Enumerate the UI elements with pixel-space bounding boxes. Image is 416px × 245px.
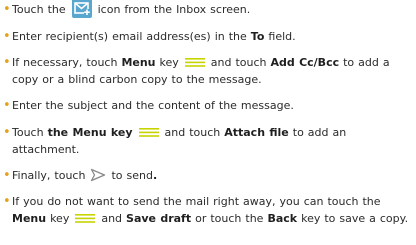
list-item-text: Finally, touch to send. <box>12 168 158 182</box>
list-item: • Enter recipient(s) email address(es) i… <box>3 28 413 45</box>
list-item: • If you do not want to send the mail ri… <box>3 193 413 227</box>
list-item-text: Touch the icon from the Inbox screen. <box>12 0 413 18</box>
bullet: • <box>3 194 11 209</box>
list-item: • Enter the subject and the content of t… <box>3 97 413 114</box>
list-item-text: If you do not want to send the mail righ… <box>12 195 409 225</box>
bullet: • <box>3 29 11 44</box>
list-item: • Finally, touch to send. <box>3 167 413 184</box>
menu-key-icon <box>138 127 159 137</box>
list-item: • Touch the icon from the Inbox screen. <box>3 0 413 18</box>
send-arrow-icon <box>90 168 106 182</box>
list-item-text: Touch the Menu key and touch Attach file… <box>12 126 347 156</box>
bullet: • <box>3 125 11 140</box>
list-item-text: Enter the subject and the content of the… <box>12 99 294 112</box>
list-item-text: Enter recipient(s) email address(es) in … <box>12 30 296 43</box>
list-item: • Touch the Menu key and touch Attach fi… <box>3 124 413 158</box>
instructions-list: • Touch the icon from the Inbox screen. … <box>0 0 416 245</box>
list-item: • If necessary, touch Menu key and touch… <box>3 54 413 88</box>
bullet: • <box>3 55 11 70</box>
menu-key-icon <box>184 57 205 67</box>
bullet: • <box>3 2 11 17</box>
bullet: • <box>3 168 11 183</box>
bullet: • <box>3 98 11 113</box>
menu-key-icon <box>75 213 96 223</box>
compose-mail-icon <box>71 0 92 18</box>
list-item-text: If necessary, touch Menu key and touch A… <box>12 56 390 86</box>
